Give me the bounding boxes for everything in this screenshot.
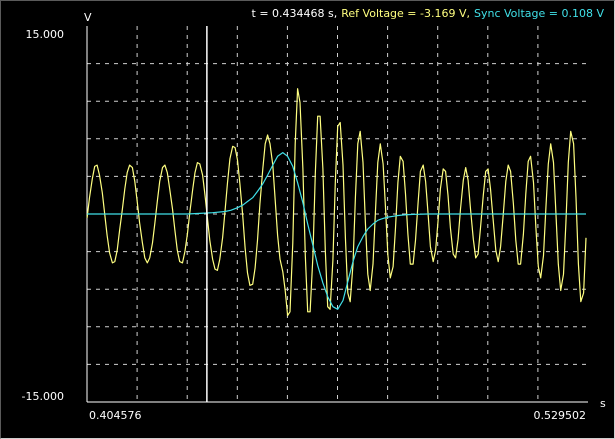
- readout-time: t = 0.434468 s,: [252, 7, 338, 20]
- y-axis-unit-label: V: [84, 11, 92, 24]
- y-tick-label-min: -15.000: [22, 390, 64, 403]
- y-tick-label-max: 15.000: [26, 28, 65, 41]
- chart-background: [0, 0, 615, 439]
- x-axis-unit-label: s: [600, 397, 606, 410]
- x-tick-label-min: 0.404576: [89, 409, 142, 422]
- readout-sync-voltage: Sync Voltage = 0.108 V: [474, 7, 604, 20]
- oscilloscope-chart: t = 0.434468 s, Ref Voltage = -3.169 V, Sy…: [0, 0, 615, 439]
- readout: t = 0.434468 s, Ref Voltage = -3.169 V, Sy…: [252, 7, 605, 20]
- x-tick-label-max: 0.529502: [534, 409, 587, 422]
- readout-ref-voltage: Ref Voltage = -3.169 V,: [341, 7, 470, 20]
